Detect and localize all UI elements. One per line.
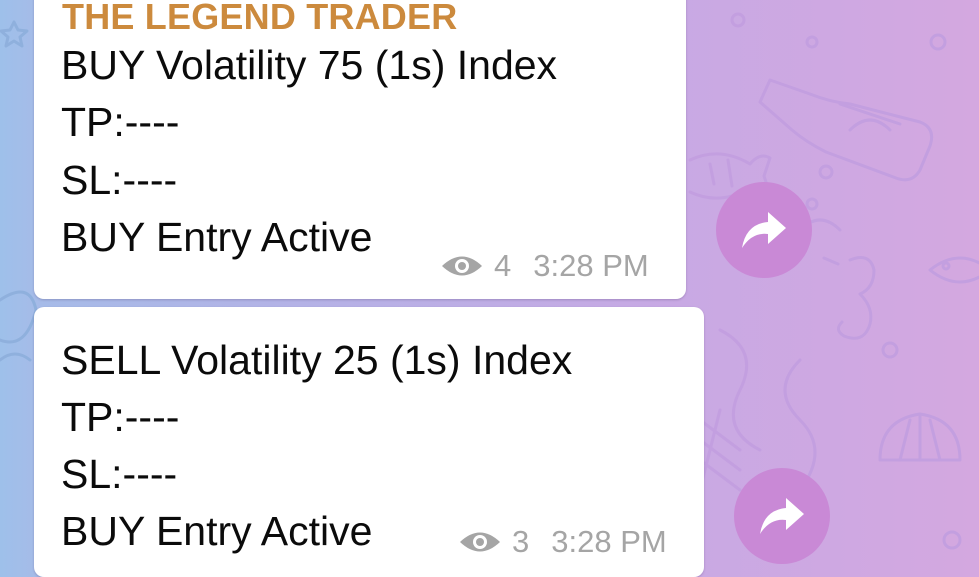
wallpaper-bubble [818, 164, 834, 180]
message-line: SL:---- [61, 157, 178, 203]
message-time: 3:28 PM [533, 248, 649, 283]
share-arrow-icon [760, 498, 804, 534]
wallpaper-bubble [805, 197, 819, 211]
message-time: 3:28 PM [551, 524, 667, 559]
message-line: TP:---- [61, 394, 180, 440]
sender-name[interactable]: THE LEGEND TRADER [62, 0, 457, 38]
share-button[interactable] [716, 182, 812, 278]
wallpaper-bubble [730, 12, 746, 28]
view-count: 4 [494, 248, 512, 283]
wallpaper-star [0, 20, 29, 48]
eye-icon [442, 256, 482, 276]
message-meta: 4 3:28 PM [440, 248, 649, 284]
message-line: BUY Entry Active [61, 508, 373, 554]
view-count: 3 [512, 524, 530, 559]
wallpaper-wave-left [0, 352, 32, 362]
share-arrow-icon [742, 212, 786, 248]
message-line: SELL Volatility 25 (1s) Index [61, 337, 573, 383]
wallpaper-seahorse [822, 256, 876, 340]
wallpaper-shell [878, 412, 962, 462]
wallpaper-bottle [758, 78, 934, 182]
wallpaper-bubble [805, 35, 819, 49]
message-line: BUY Volatility 75 (1s) Index [61, 42, 558, 88]
wallpaper-fish-left [0, 290, 38, 344]
wallpaper-bubble [929, 33, 947, 51]
wallpaper-fish-right [928, 256, 979, 284]
message-line: BUY Entry Active [61, 214, 373, 260]
wallpaper-bubble [881, 341, 899, 359]
message-bubble[interactable]: SELL Volatility 25 (1s) Index TP:---- SL… [34, 307, 704, 577]
message-line: TP:---- [61, 99, 180, 145]
eye-icon [460, 532, 500, 552]
wallpaper-tentacle [718, 328, 762, 452]
message-line: SL:---- [61, 451, 178, 497]
message-meta: 3 3:28 PM [458, 524, 667, 560]
share-button[interactable] [734, 468, 830, 564]
message-bubble[interactable]: THE LEGEND TRADER BUY Volatility 75 (1s)… [34, 0, 686, 299]
wallpaper-bubble [942, 530, 962, 550]
